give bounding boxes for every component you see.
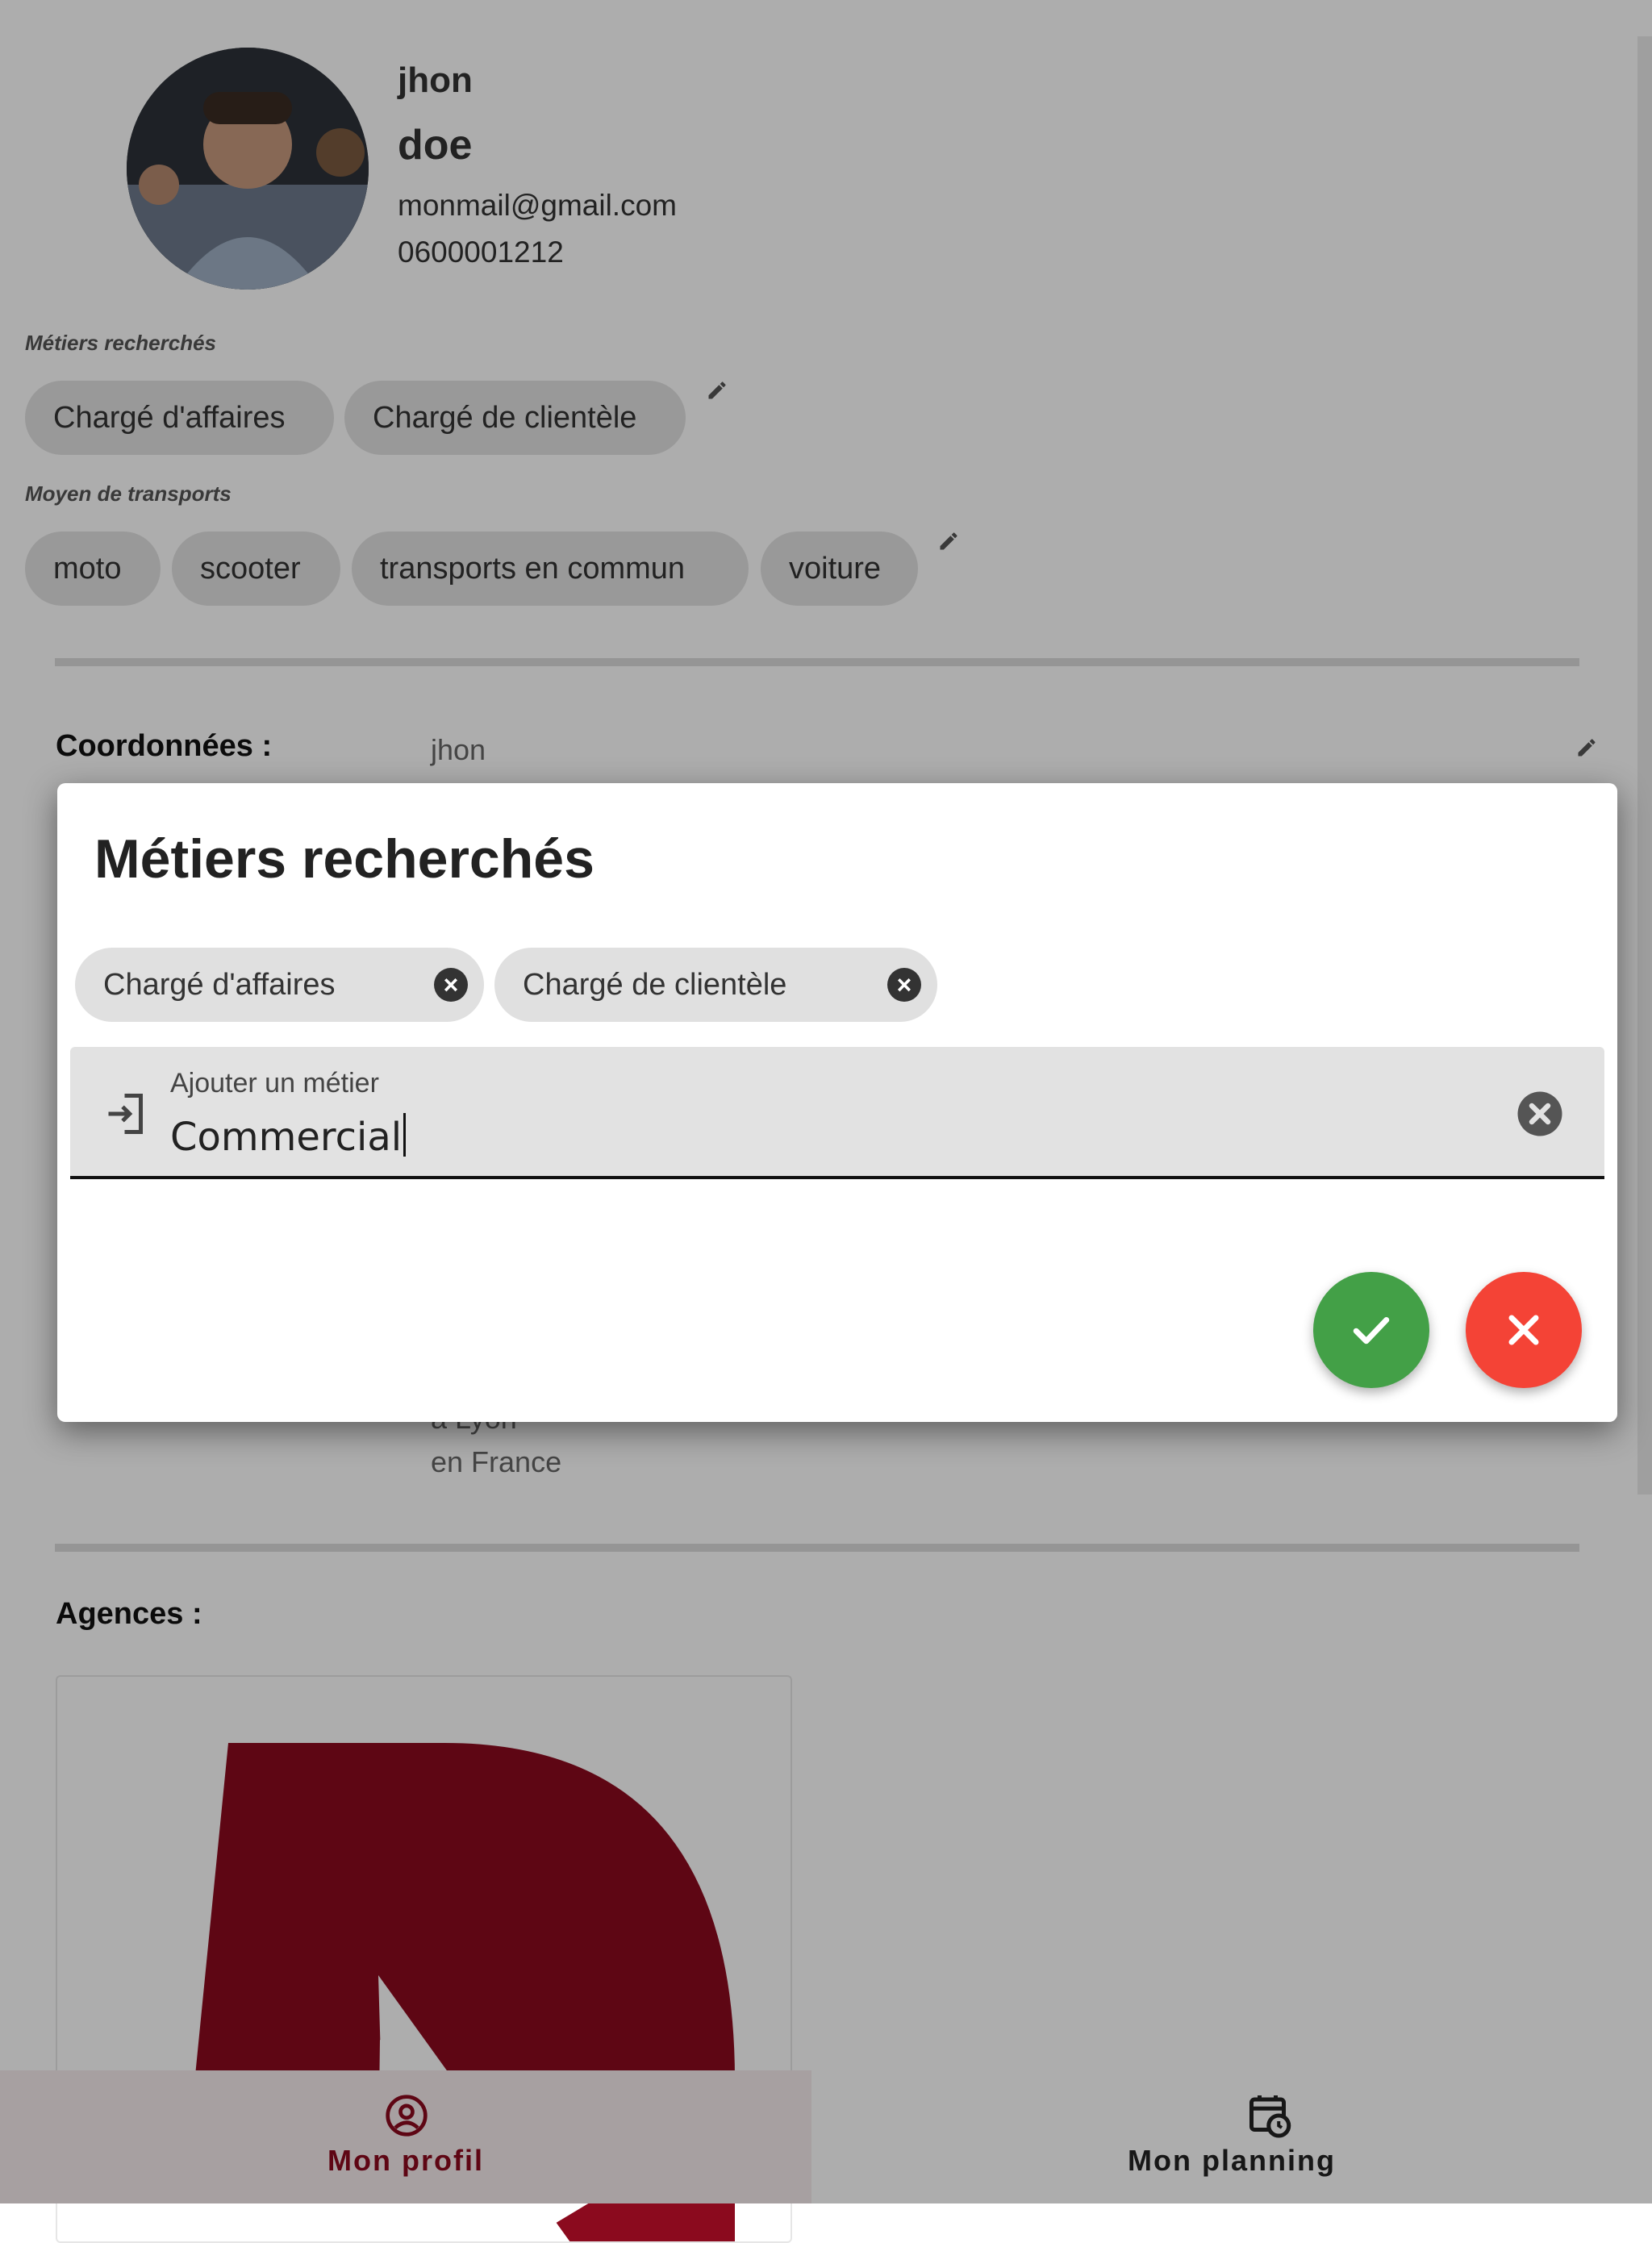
- jobs-dialog: Métiers recherchés Chargé d'affaires × C…: [57, 783, 1617, 1422]
- add-job-label: Ajouter un métier: [170, 1068, 379, 1099]
- dialog-job-chip: Chargé de clientèle ×: [494, 948, 937, 1022]
- cancel-button[interactable]: [1466, 1272, 1582, 1388]
- profile-page: jhon doe monmail@gmail.com 0600001212 Mé…: [0, 0, 1652, 2243]
- dialog-job-chip-label: Chargé de clientèle: [523, 968, 787, 1002]
- cancel-circle-icon[interactable]: ×: [434, 968, 468, 1002]
- cancel-circle-icon[interactable]: ×: [887, 968, 921, 1002]
- cancel-circle-icon[interactable]: [1516, 1090, 1564, 1138]
- dialog-job-chip: Chargé d'affaires ×: [75, 948, 484, 1022]
- check-icon: [1353, 1317, 1390, 1345]
- add-job-field[interactable]: Ajouter un métier Commercial: [70, 1047, 1604, 1179]
- dialog-job-chip-label: Chargé d'affaires: [103, 968, 336, 1002]
- login-icon: [108, 1094, 143, 1134]
- confirm-button[interactable]: [1313, 1272, 1429, 1388]
- close-icon: [1508, 1315, 1539, 1345]
- dialog-title: Métiers recherchés: [94, 828, 594, 890]
- add-job-input[interactable]: Commercial: [170, 1113, 407, 1160]
